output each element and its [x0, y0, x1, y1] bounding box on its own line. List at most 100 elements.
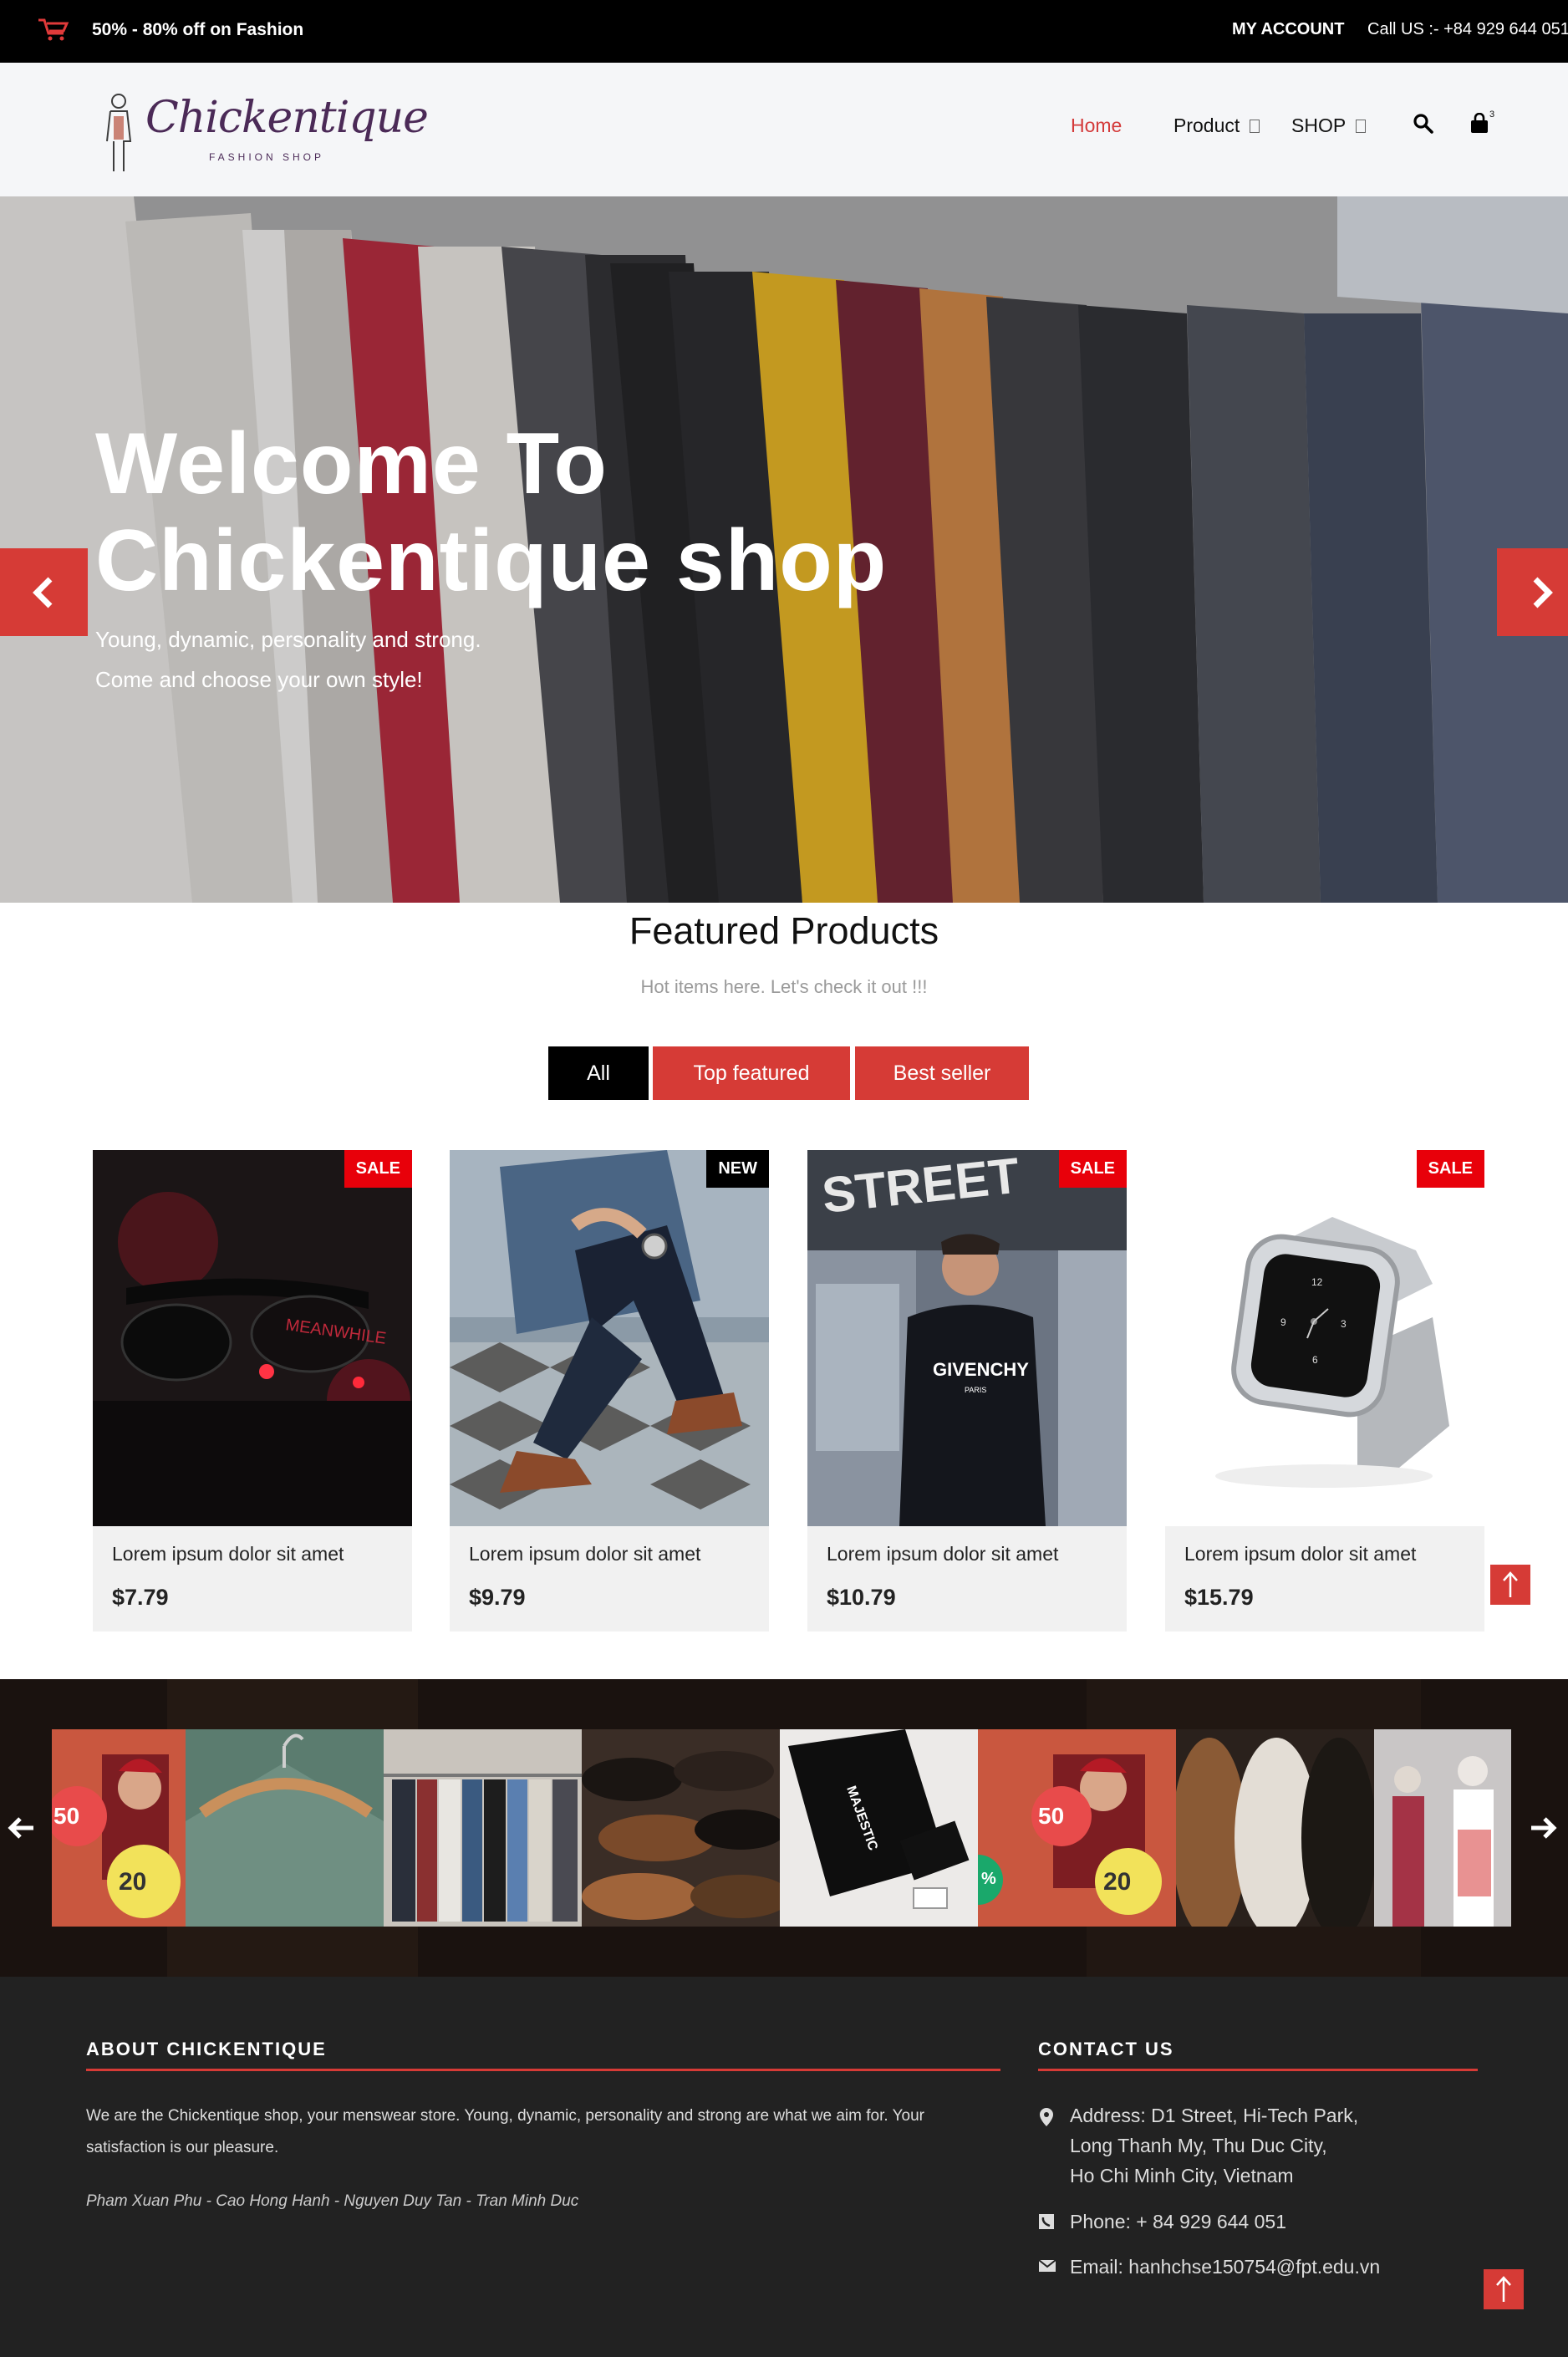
product-card[interactable]: 12 3 6 9 SALE Lorem ipsum dolor sit amet $1… — [1165, 1150, 1484, 1632]
location-pin-icon — [1040, 2108, 1053, 2126]
my-account-link[interactable]: MY ACCOUNT — [1232, 20, 1344, 39]
discount-20-label: 20 — [1103, 1868, 1132, 1896]
featured-subtitle: Hot items here. Let's check it out !!! — [640, 976, 928, 997]
discount-50-label: 50 — [1038, 1803, 1065, 1829]
site-footer: ABOUT CHICKENTIQUE We are the Chickentiq… — [0, 1977, 1568, 2357]
svg-text:PARIS: PARIS — [965, 1386, 986, 1394]
cart-count-badge: 3 — [1489, 109, 1495, 120]
back-to-top-button[interactable] — [1490, 1565, 1530, 1605]
gallery-tile-shoes[interactable] — [582, 1729, 780, 1927]
dropdown-box-icon — [1356, 120, 1367, 133]
logo[interactable]: Chickentique FASHION SHOP — [99, 79, 429, 180]
gallery-tile-tote-bag[interactable]: MAJESTIC — [780, 1729, 978, 1927]
product-image-watch: 12 3 6 9 — [1165, 1150, 1484, 1526]
footer-back-to-top-button[interactable] — [1484, 2269, 1524, 2309]
sale-badge: SALE — [344, 1150, 412, 1188]
gallery-tile-sale-mannequin-2[interactable]: 50 20 % — [978, 1729, 1176, 1927]
product-name: Lorem ipsum dolor sit amet — [827, 1543, 1059, 1565]
hero-next-button[interactable] — [1497, 548, 1568, 636]
contact-divider — [1038, 2069, 1478, 2071]
contact-title: CONTACT US — [1038, 2039, 1174, 2059]
chevron-left-icon — [32, 577, 52, 608]
about-title: ABOUT CHICKENTIQUE — [86, 2039, 327, 2059]
shopping-bag-icon[interactable] — [1469, 113, 1489, 135]
top-bar: 50% - 80% off on Fashion MY ACCOUNT Call… — [0, 0, 1568, 63]
product-image-sweatshirt: STREET GIVENCHY PARIS — [807, 1150, 1127, 1526]
hero-title-line1: Welcome To — [95, 415, 608, 512]
discount-50-label: 50 — [53, 1803, 80, 1829]
product-image-suit-shoes — [450, 1150, 769, 1526]
svg-text:3: 3 — [1341, 1318, 1347, 1330]
svg-text:6: 6 — [1312, 1354, 1318, 1366]
cart-icon — [38, 18, 69, 41]
nav-home[interactable]: Home — [1071, 115, 1122, 137]
tab-best-seller[interactable]: Best seller — [855, 1046, 1029, 1100]
nav-home-label: Home — [1071, 115, 1123, 136]
address-line-1: Address: D1 Street, Hi-Tech Park, — [1070, 2105, 1359, 2126]
sale-badge: SALE — [1058, 1150, 1127, 1188]
about-text: We are the Chickentique shop, your mensw… — [86, 2107, 924, 2156]
site-header: Chickentique FASHION SHOP Home Product S… — [0, 63, 1568, 196]
promo-text: 50% - 80% off on Fashion — [92, 20, 304, 39]
gallery-carousel: 50 20 MAJESTIC 50 20 % — [0, 1679, 1568, 1977]
dropdown-box-icon — [1250, 120, 1260, 133]
product-image-sunglasses: MEANWHILE — [93, 1150, 412, 1526]
gallery-tile-mannequins[interactable] — [1374, 1729, 1511, 1927]
product-card[interactable]: NEW Lorem ipsum dolor sit amet $9.79 — [450, 1150, 769, 1632]
gallery-tile-fur-coats[interactable] — [1176, 1729, 1374, 1927]
product-price: $9.79 — [469, 1585, 526, 1610]
arrow-up-icon — [1496, 2276, 1511, 2302]
nav-shop-label: SHOP — [1291, 115, 1347, 136]
discount-percent-label: % — [981, 1870, 996, 1888]
address-line-2: Long Thanh My, Thu Duc City, — [1070, 2135, 1327, 2156]
hero-title: Welcome To Chickentique shop — [95, 415, 887, 609]
call-us-text: Call US :- +84 929 644 051 — [1367, 20, 1568, 38]
product-name: Lorem ipsum dolor sit amet — [112, 1543, 344, 1565]
gallery-tile-sale-mannequin[interactable]: 50 20 — [52, 1729, 186, 1927]
hero-prev-button[interactable] — [0, 548, 88, 636]
gallery-next-button[interactable] — [1528, 1813, 1558, 1847]
svg-text:12: 12 — [1311, 1276, 1323, 1288]
tailor-figure-icon — [106, 94, 132, 171]
product-price: $7.79 — [112, 1585, 169, 1610]
product-name: Lorem ipsum dolor sit amet — [469, 1543, 701, 1565]
about-divider — [86, 2069, 1000, 2071]
product-name: Lorem ipsum dolor sit amet — [1184, 1543, 1417, 1565]
arrow-left-icon — [8, 1817, 33, 1839]
tab-top-featured[interactable]: Top featured — [653, 1046, 850, 1100]
email-text[interactable]: Email: hanhchse150754@fpt.edu.vn — [1070, 2252, 1380, 2282]
chevron-right-icon — [1533, 577, 1553, 608]
gallery-prev-button[interactable] — [7, 1813, 37, 1847]
sale-badge: SALE — [1416, 1150, 1484, 1188]
hero-subtitle-line2: Come and choose your own style! — [95, 667, 423, 692]
arrow-right-icon — [1531, 1817, 1557, 1839]
new-badge: NEW — [706, 1150, 769, 1188]
hero-banner: Welcome To Chickentique shop Young, dyna… — [0, 196, 1568, 903]
featured-title: Featured Products — [629, 909, 939, 952]
product-price: $10.79 — [827, 1585, 896, 1610]
gallery-tile-hanger[interactable] — [186, 1729, 384, 1927]
gallery-strip: 50 20 MAJESTIC 50 20 % — [52, 1729, 1511, 1927]
product-card[interactable]: MEANWHILE SALE Lorem ipsum dolor sit ame… — [93, 1150, 412, 1632]
nav-product[interactable]: Product — [1173, 115, 1260, 137]
product-price: $15.79 — [1184, 1585, 1254, 1610]
product-card[interactable]: STREET GIVENCHY PARIS SALE Lorem ipsum d… — [807, 1150, 1127, 1632]
svg-text:9: 9 — [1280, 1316, 1286, 1328]
envelope-icon — [1038, 2259, 1056, 2272]
discount-20-label: 20 — [119, 1868, 147, 1896]
logo-subtitle: FASHION SHOP — [209, 151, 325, 163]
phone-icon — [1039, 2214, 1054, 2229]
hero-title-line2: Chickentique shop — [95, 512, 888, 609]
arrow-up-icon — [1503, 1571, 1518, 1597]
logo-brand: Chickentique — [145, 93, 429, 143]
gallery-tile-clothes-rack[interactable] — [384, 1729, 582, 1927]
hero-subtitle-line1: Young, dynamic, personality and strong. — [95, 627, 481, 652]
address-line-3: Ho Chi Minh City, Vietnam — [1070, 2165, 1294, 2186]
nav-product-label: Product — [1173, 115, 1240, 136]
svg-text:GIVENCHY: GIVENCHY — [933, 1359, 1029, 1380]
authors-text: Pham Xuan Phu - Cao Hong Hanh - Nguyen D… — [86, 2192, 579, 2210]
nav-shop[interactable]: SHOP — [1291, 115, 1367, 137]
phone-text[interactable]: Phone: + 84 929 644 051 — [1070, 2207, 1286, 2237]
tab-all[interactable]: All — [548, 1046, 649, 1100]
search-icon[interactable] — [1413, 113, 1434, 135]
